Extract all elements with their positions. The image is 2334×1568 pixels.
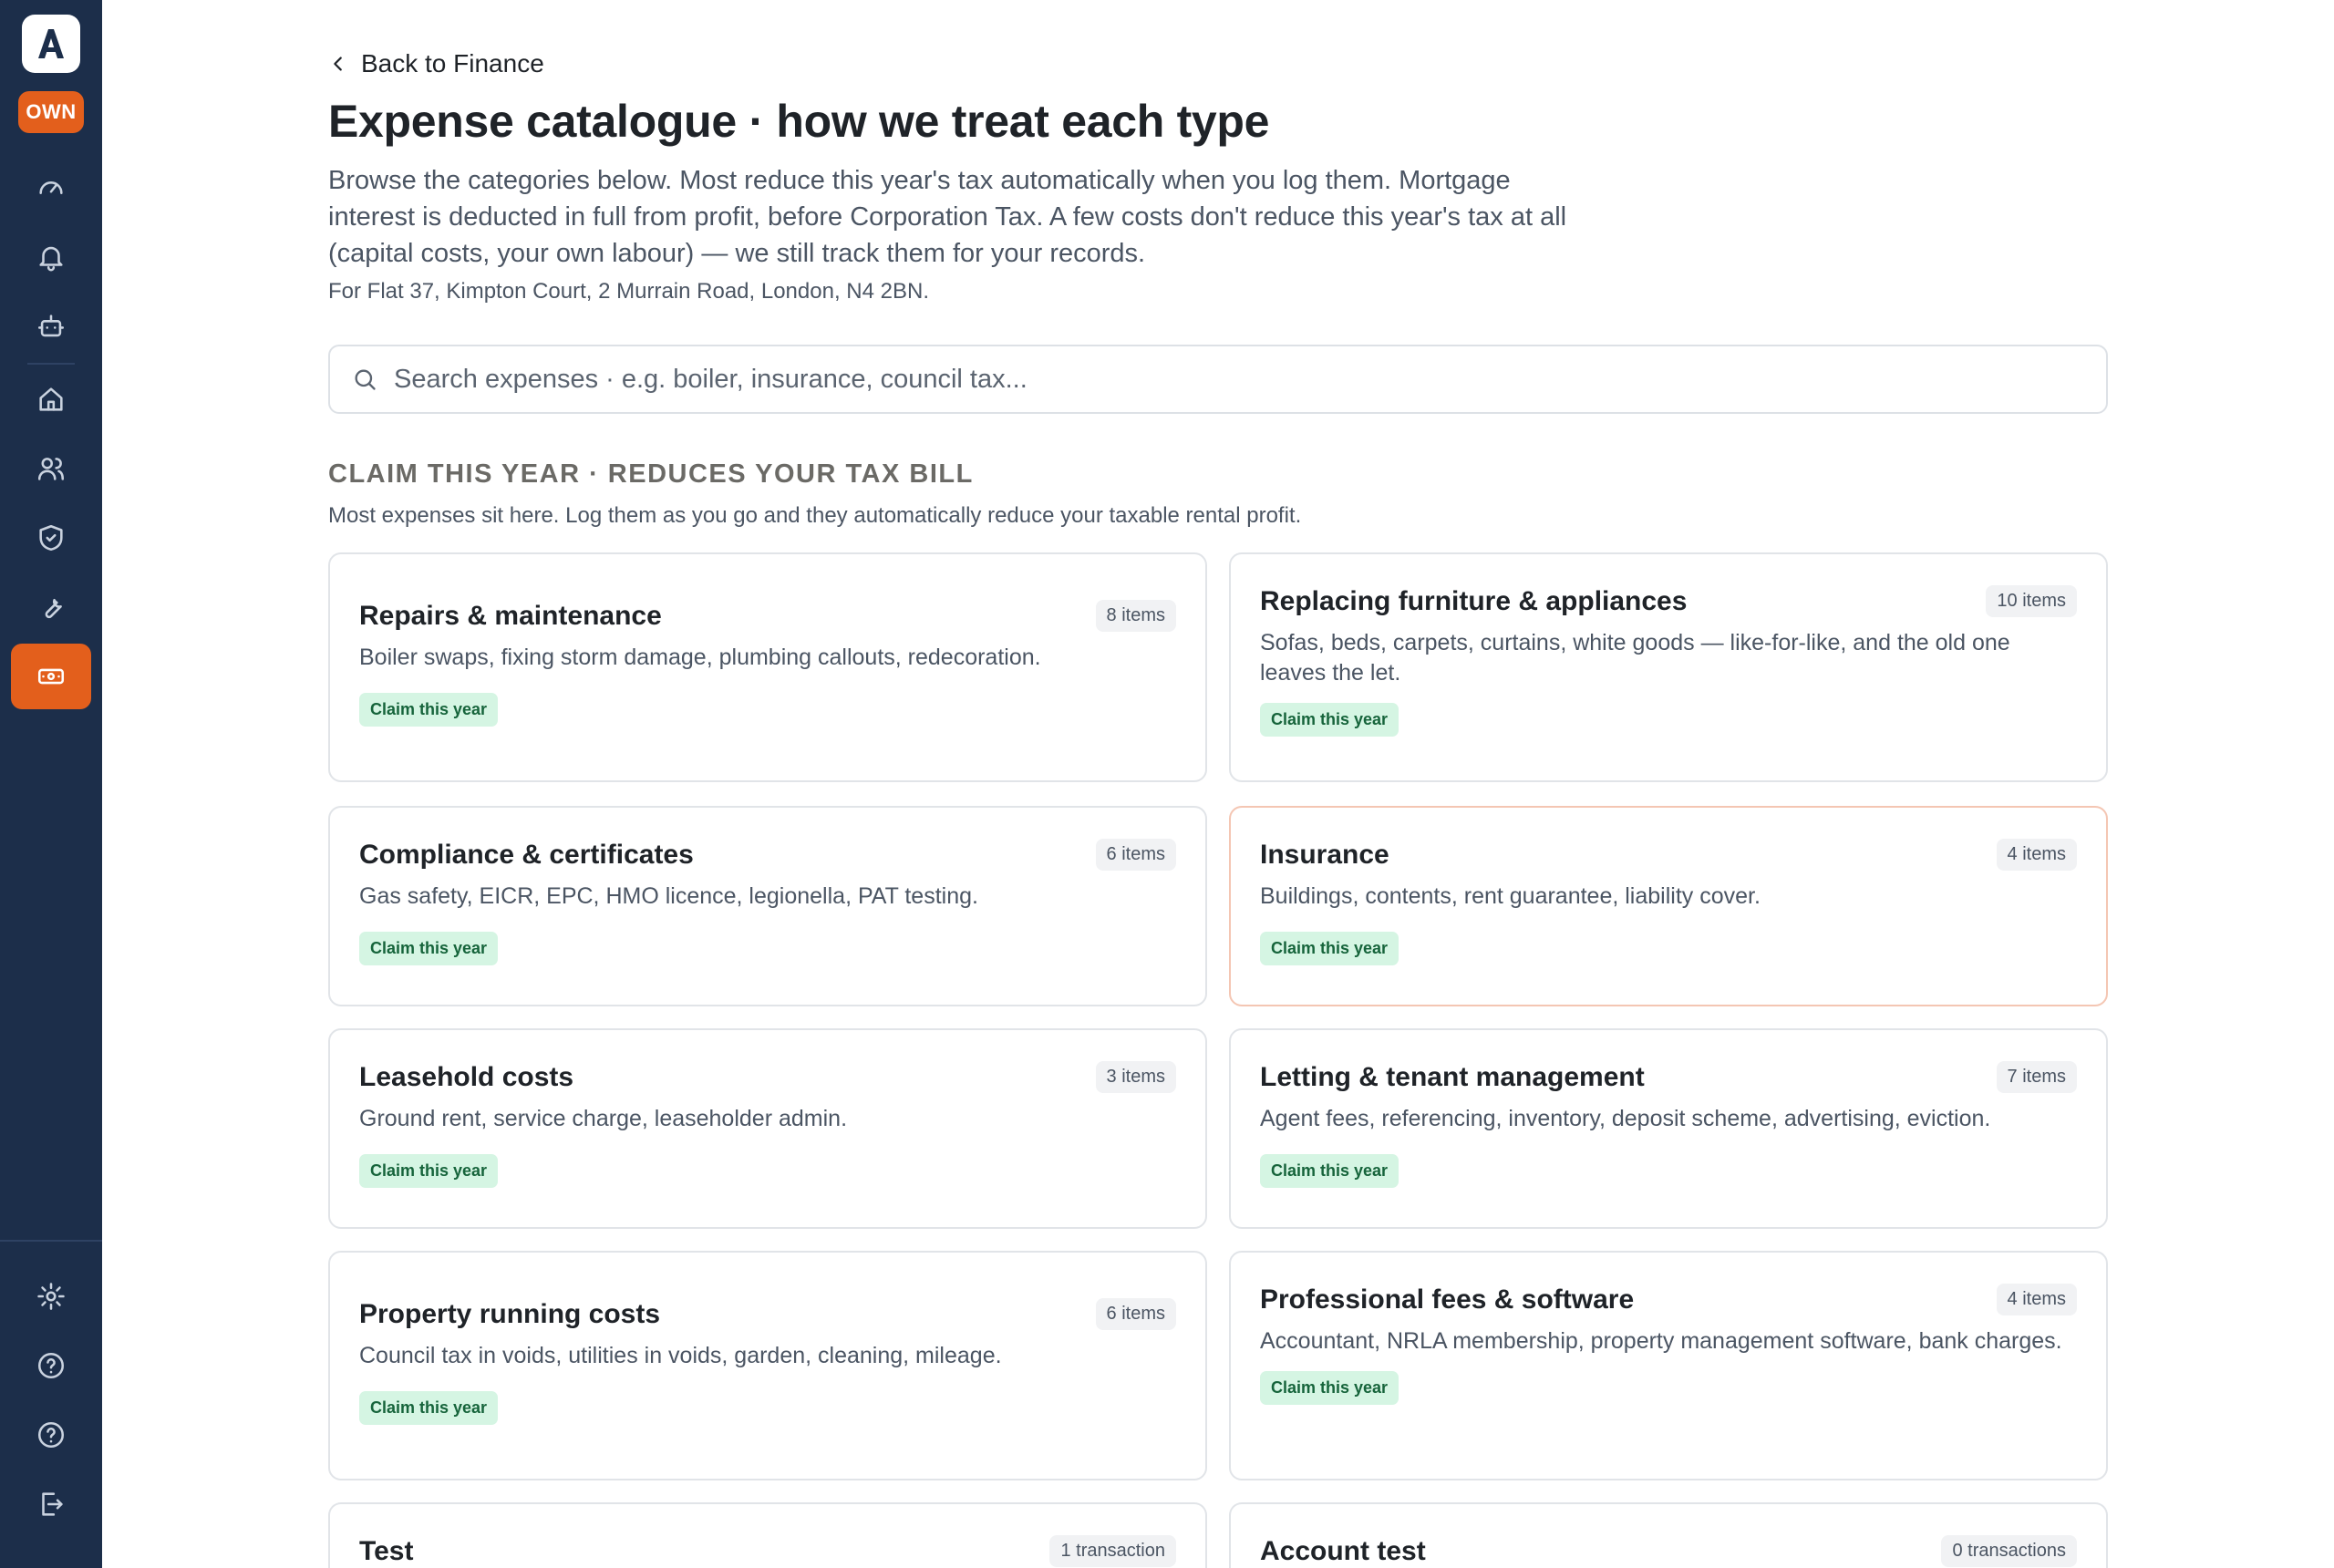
count-badge: 7 items: [1996, 1061, 2077, 1093]
category-card-insurance[interactable]: Insurance 4 items Buildings, contents, re…: [1229, 806, 2108, 1006]
nav-settings[interactable]: [11, 1264, 91, 1329]
category-card-furniture[interactable]: Replacing furniture & appliances 10 items…: [1229, 552, 2108, 782]
category-card-professional-fees[interactable]: Professional fees & software 4 items Acco…: [1229, 1251, 2108, 1480]
robot-icon: [37, 315, 65, 337]
count-badge: 10 items: [1986, 585, 2077, 617]
nav-finance[interactable]: [11, 644, 91, 709]
category-card-compliance[interactable]: Compliance & certificates 6 items Gas saf…: [328, 806, 1207, 1006]
count-badge: 4 items: [1996, 839, 2077, 871]
card-description: Boiler swaps, fixing storm damage, plumb…: [359, 645, 1041, 670]
card-title: Insurance: [1260, 839, 1389, 870]
logout-icon: [42, 1492, 63, 1516]
gauge-icon: [39, 181, 63, 194]
nav-support[interactable]: [11, 1402, 91, 1468]
property-address: For Flat 37, Kimpton Court, 2 Murrain Ro…: [328, 279, 929, 304]
help-circle-icon: [37, 1421, 65, 1449]
home-icon: [39, 387, 63, 411]
card-description: Buildings, contents, rent guarantee, lia…: [1260, 883, 1761, 909]
nav-logout[interactable]: [11, 1471, 91, 1537]
card-description: Gas safety, EICR, EPC, HMO licence, legi…: [359, 883, 978, 909]
card-description: Agent fees, referencing, inventory, depo…: [1260, 1106, 1991, 1131]
claim-tag: Claim this year: [1260, 1154, 1399, 1188]
section-subtitle: Most expenses sit here. Log them as you …: [328, 503, 1302, 528]
count-badge: 1 transaction: [1049, 1535, 1176, 1567]
card-title: Leasehold costs: [359, 1061, 574, 1092]
category-card-leasehold[interactable]: Leasehold costs 3 items Ground rent, serv…: [328, 1028, 1207, 1229]
card-description: Accountant, NRLA membership, property ma…: [1260, 1328, 2062, 1354]
card-title: Professional fees & software: [1260, 1284, 1635, 1315]
gear-icon: [37, 1283, 65, 1310]
search-bar[interactable]: [328, 345, 2108, 414]
back-link[interactable]: Back to Finance: [328, 47, 544, 80]
count-badge: 4 items: [1996, 1284, 2077, 1315]
card-description: Sofas, beds, carpets, curtains, white go…: [1260, 630, 2010, 686]
count-badge: 6 items: [1095, 839, 1176, 871]
count-badge: 0 transactions: [1941, 1535, 2077, 1567]
role-badge[interactable]: OWN: [18, 91, 84, 133]
claim-tag: Claim this year: [1260, 703, 1399, 737]
card-description: Ground rent, service charge, leaseholder…: [359, 1106, 848, 1131]
claim-tag: Claim this year: [1260, 932, 1399, 965]
sidebar-divider: [27, 363, 75, 365]
card-title: Property running costs: [359, 1298, 661, 1329]
card-title: Test: [359, 1535, 414, 1566]
nav-properties[interactable]: [11, 366, 91, 432]
nav-tenants[interactable]: [11, 436, 91, 501]
nav-assistant[interactable]: [11, 294, 91, 359]
claim-tag: Claim this year: [1260, 1371, 1399, 1405]
app-logo[interactable]: [22, 15, 80, 73]
category-card-letting[interactable]: Letting & tenant management 7 items Agent…: [1229, 1028, 2108, 1229]
nav-notifications[interactable]: [11, 224, 91, 290]
search-icon: [355, 369, 376, 390]
card-description: Council tax in voids, utilities in voids…: [359, 1343, 1002, 1368]
back-link-label: Back to Finance: [361, 49, 544, 77]
sidebar-divider: [0, 1240, 102, 1242]
card-title: Repairs & maintenance: [359, 600, 662, 631]
nav-dashboard[interactable]: [11, 155, 91, 221]
count-badge: 3 items: [1095, 1061, 1176, 1093]
nav-maintenance[interactable]: [11, 574, 91, 640]
category-card-running-costs[interactable]: Property running costs 6 items Council ta…: [328, 1251, 1207, 1480]
count-badge: 6 items: [1095, 1298, 1176, 1330]
page-intro: Browse the categories below. Most reduce…: [328, 166, 1567, 268]
nav-help[interactable]: [11, 1333, 91, 1398]
claim-tag: Claim this year: [359, 1154, 499, 1188]
users-icon: [37, 458, 65, 480]
category-card-repairs[interactable]: Repairs & maintenance 8 items Boiler swap…: [328, 552, 1207, 782]
category-card-account-test[interactable]: Account test 0 transactions: [1229, 1502, 2108, 1568]
chevron-left-icon: [334, 57, 342, 71]
wrench-icon: [45, 598, 62, 619]
shield-check-icon: [39, 524, 63, 552]
nav-compliance[interactable]: [11, 505, 91, 571]
card-title: Account test: [1260, 1535, 1426, 1566]
claim-tag: Claim this year: [359, 1391, 499, 1425]
card-title: Replacing furniture & appliances: [1260, 585, 1688, 616]
banknote-icon: [37, 668, 65, 685]
claim-tag: Claim this year: [359, 932, 499, 965]
bell-icon: [39, 246, 63, 272]
search-input[interactable]: [394, 364, 2106, 395]
logo-icon: [38, 29, 64, 58]
help-circle-icon: [37, 1352, 65, 1379]
category-card-test[interactable]: Test 1 transaction: [328, 1502, 1207, 1568]
page-title: Expense catalogue · how we treat each ty…: [328, 96, 1270, 147]
card-title: Letting & tenant management: [1260, 1061, 1645, 1092]
section-title: CLAIM THIS YEAR · REDUCES YOUR TAX BILL: [328, 459, 974, 489]
count-badge: 8 items: [1095, 600, 1176, 632]
claim-tag: Claim this year: [359, 693, 499, 727]
card-title: Compliance & certificates: [359, 839, 694, 870]
